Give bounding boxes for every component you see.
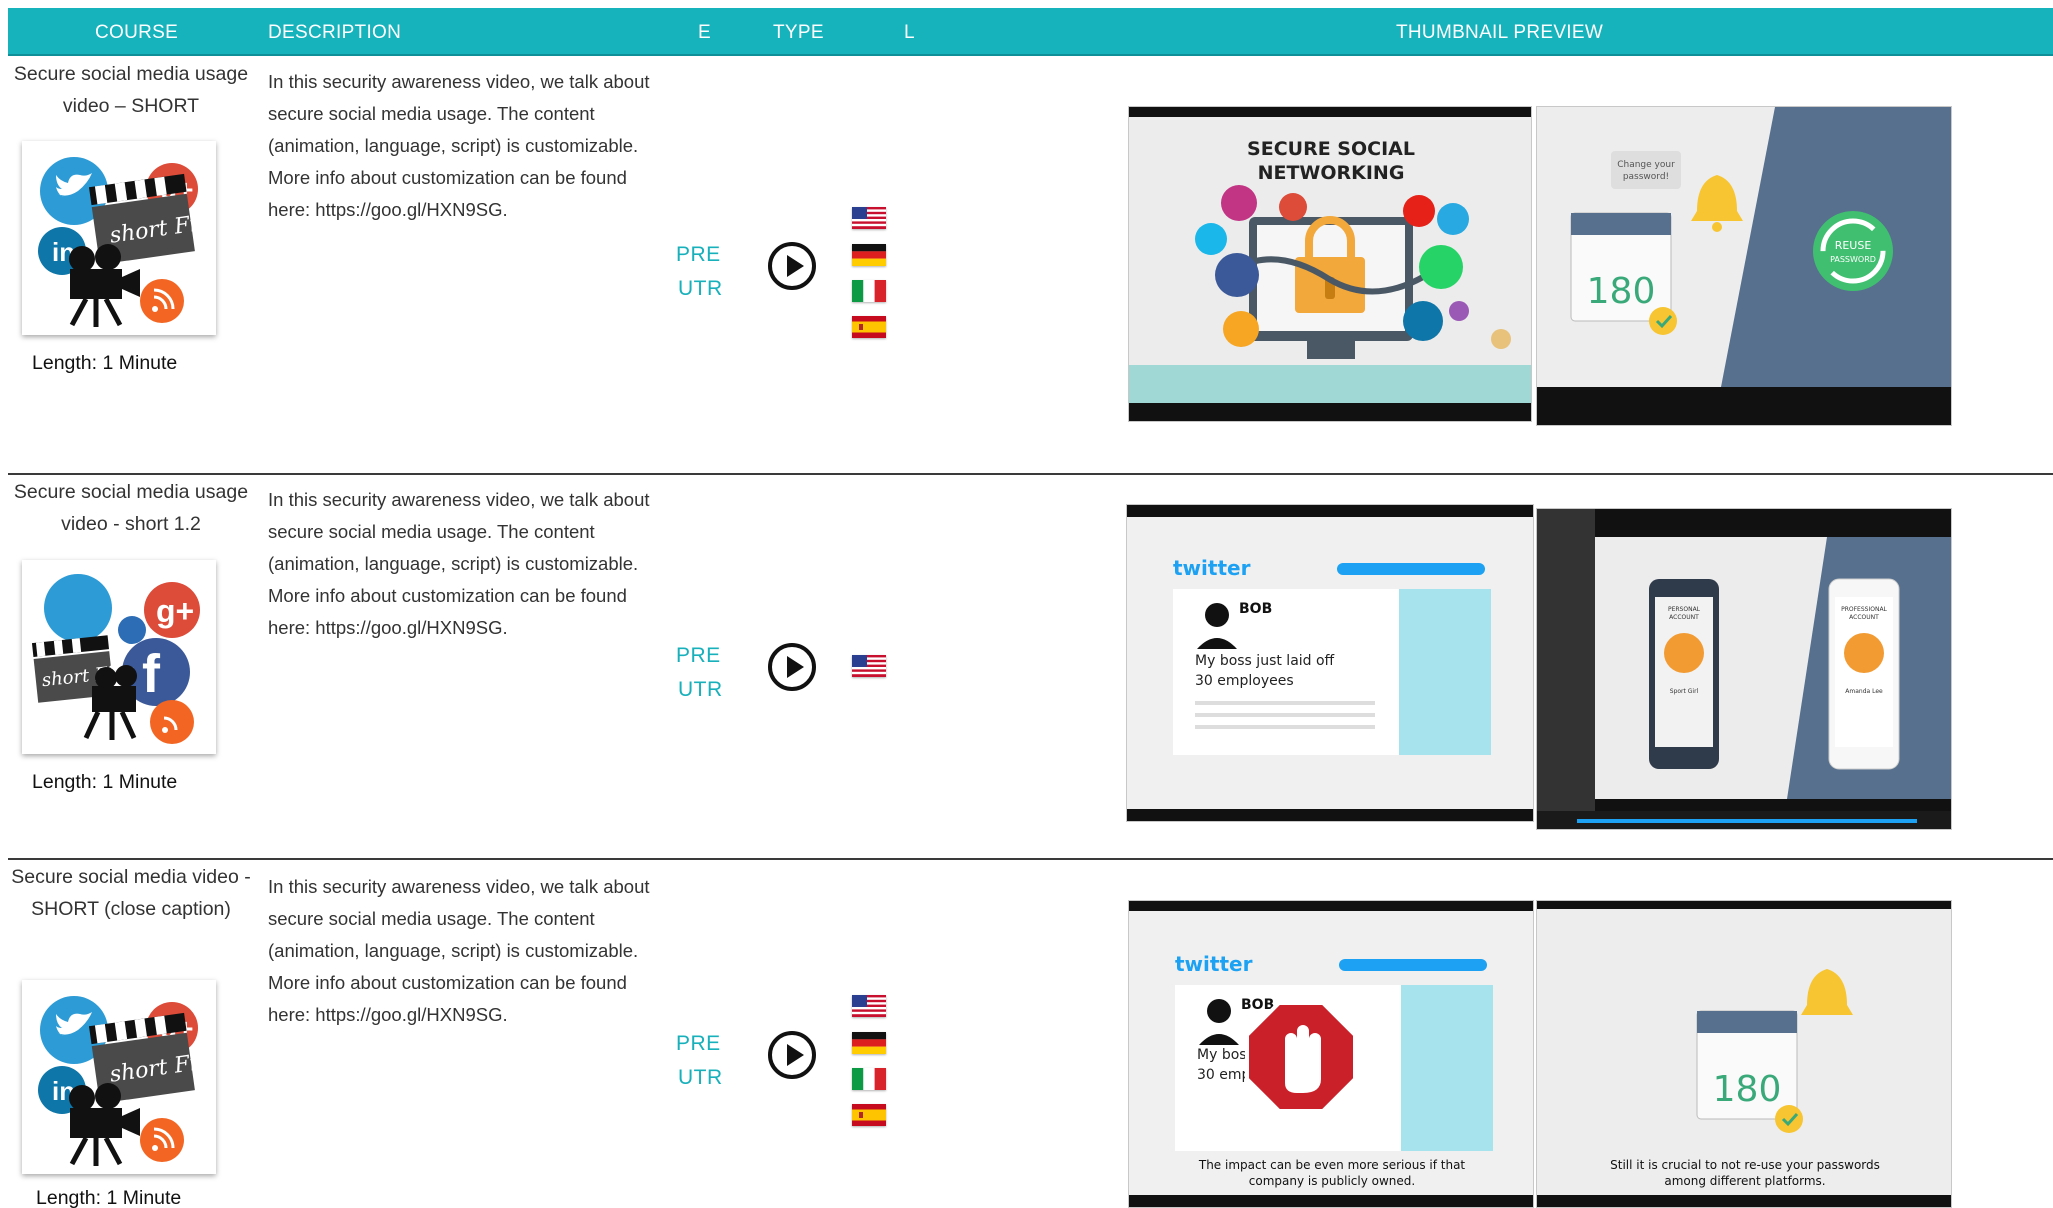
header-l: L [904,22,915,43]
type-pre: PRE [676,644,721,667]
preview-bubble-1: Change your [1617,160,1675,170]
preview-phone-2-name: Amanda Lee [1845,688,1883,695]
header-thumbnail-preview: THUMBNAIL PREVIEW [1396,22,1604,43]
preview-badge-2: PASSWORD [1830,255,1876,264]
de-flag-icon[interactable] [852,244,886,266]
row-divider [8,858,2053,860]
header-course: COURSE [95,22,179,43]
it-flag-icon[interactable] [852,280,886,302]
play-button[interactable] [768,1031,816,1079]
preview-phone-1-label-1: PERSONAL [1668,606,1701,613]
preview-caption-line-1: The impact can be even more serious if t… [1198,1158,1466,1172]
preview-bubble-2: password! [1623,172,1669,182]
es-flag-icon[interactable] [852,1104,886,1126]
course-thumbnail-image [22,560,216,754]
header-description: DESCRIPTION [268,22,402,43]
preview-calendar-number: 180 [1713,1069,1782,1110]
header-type: TYPE [773,22,824,43]
course-title: Secure social media usage video - short … [13,481,249,535]
course-description: In this security awareness video, we tal… [268,489,650,638]
type-pre: PRE [676,1032,721,1055]
preview-heading-1: SECURE SOCIAL [1247,138,1415,160]
type-pre: PRE [676,243,721,266]
preview-post-line-2: 30 employees [1195,673,1294,689]
play-button[interactable] [768,242,816,290]
preview-twitter-stop-caption[interactable]: twitter BOB My boss just 30 employee The… [1128,900,1534,1208]
course-thumbnail-image [22,980,216,1174]
es-flag-icon[interactable] [852,316,886,338]
type-utr: UTR [678,277,723,300]
preview-twitter-post[interactable]: twitter BOB My boss just laid off 30 emp… [1126,504,1534,822]
course-title: Secure social media usage video – SHORT [13,63,249,117]
course-length: Length: 1 Minute [32,352,178,374]
preview-name: BOB [1239,601,1272,617]
us-flag-icon[interactable] [852,995,886,1017]
course-title: Secure social media video - SHORT (close… [11,866,251,920]
preview-heading-2: NETWORKING [1258,162,1405,184]
preview-calendar-caption[interactable]: 180 Still it is crucial to not re-use yo… [1536,900,1952,1208]
preview-caption-line-2: company is publicly owned. [1249,1174,1415,1188]
preview-reuse-password[interactable]: Change your password! 180 REUSE PASSWORD [1536,106,1952,426]
preview-phone-2-label-1: PROFESSIONAL [1841,606,1887,613]
preview-phone-1-name: Sport Girl [1670,688,1699,695]
preview-caption-line-1: Still it is crucial to not re-use your p… [1610,1158,1880,1172]
play-button[interactable] [768,643,816,691]
course-description: In this security awareness video, we tal… [268,71,650,220]
preview-calendar-number: 180 [1587,271,1656,312]
preview-caption-line-2: among different platforms. [1664,1174,1825,1188]
course-description: In this security awareness video, we tal… [268,876,650,1025]
it-flag-icon[interactable] [852,1068,886,1090]
course-length: Length: 1 Minute [32,771,178,793]
table-header: COURSE DESCRIPTION E TYPE L THUMBNAIL PR… [8,8,2053,56]
preview-twitter-brand: twitter [1173,556,1251,580]
preview-badge-1: REUSE [1835,239,1872,252]
preview-secure-social-networking[interactable]: SECURE SOCIAL NETWORKING [1128,106,1532,422]
course-length: Length: 1 Minute [36,1187,182,1208]
preview-twitter-brand: twitter [1175,952,1253,976]
row-divider [8,473,2053,475]
de-flag-icon[interactable] [852,1032,886,1054]
preview-post-line-1: My boss just laid off [1195,653,1335,669]
preview-phone-2-label-2: ACCOUNT [1849,614,1879,621]
us-flag-icon[interactable] [852,655,886,677]
header-e: E [698,22,711,43]
us-flag-icon[interactable] [852,207,886,229]
course-thumbnail-image [22,141,216,335]
preview-phone-1-label-2: ACCOUNT [1669,614,1699,621]
type-utr: UTR [678,1066,723,1089]
preview-two-accounts[interactable]: PERSONAL ACCOUNT Sport Girl PROFESSIONAL… [1536,508,1952,830]
type-utr: UTR [678,678,723,701]
